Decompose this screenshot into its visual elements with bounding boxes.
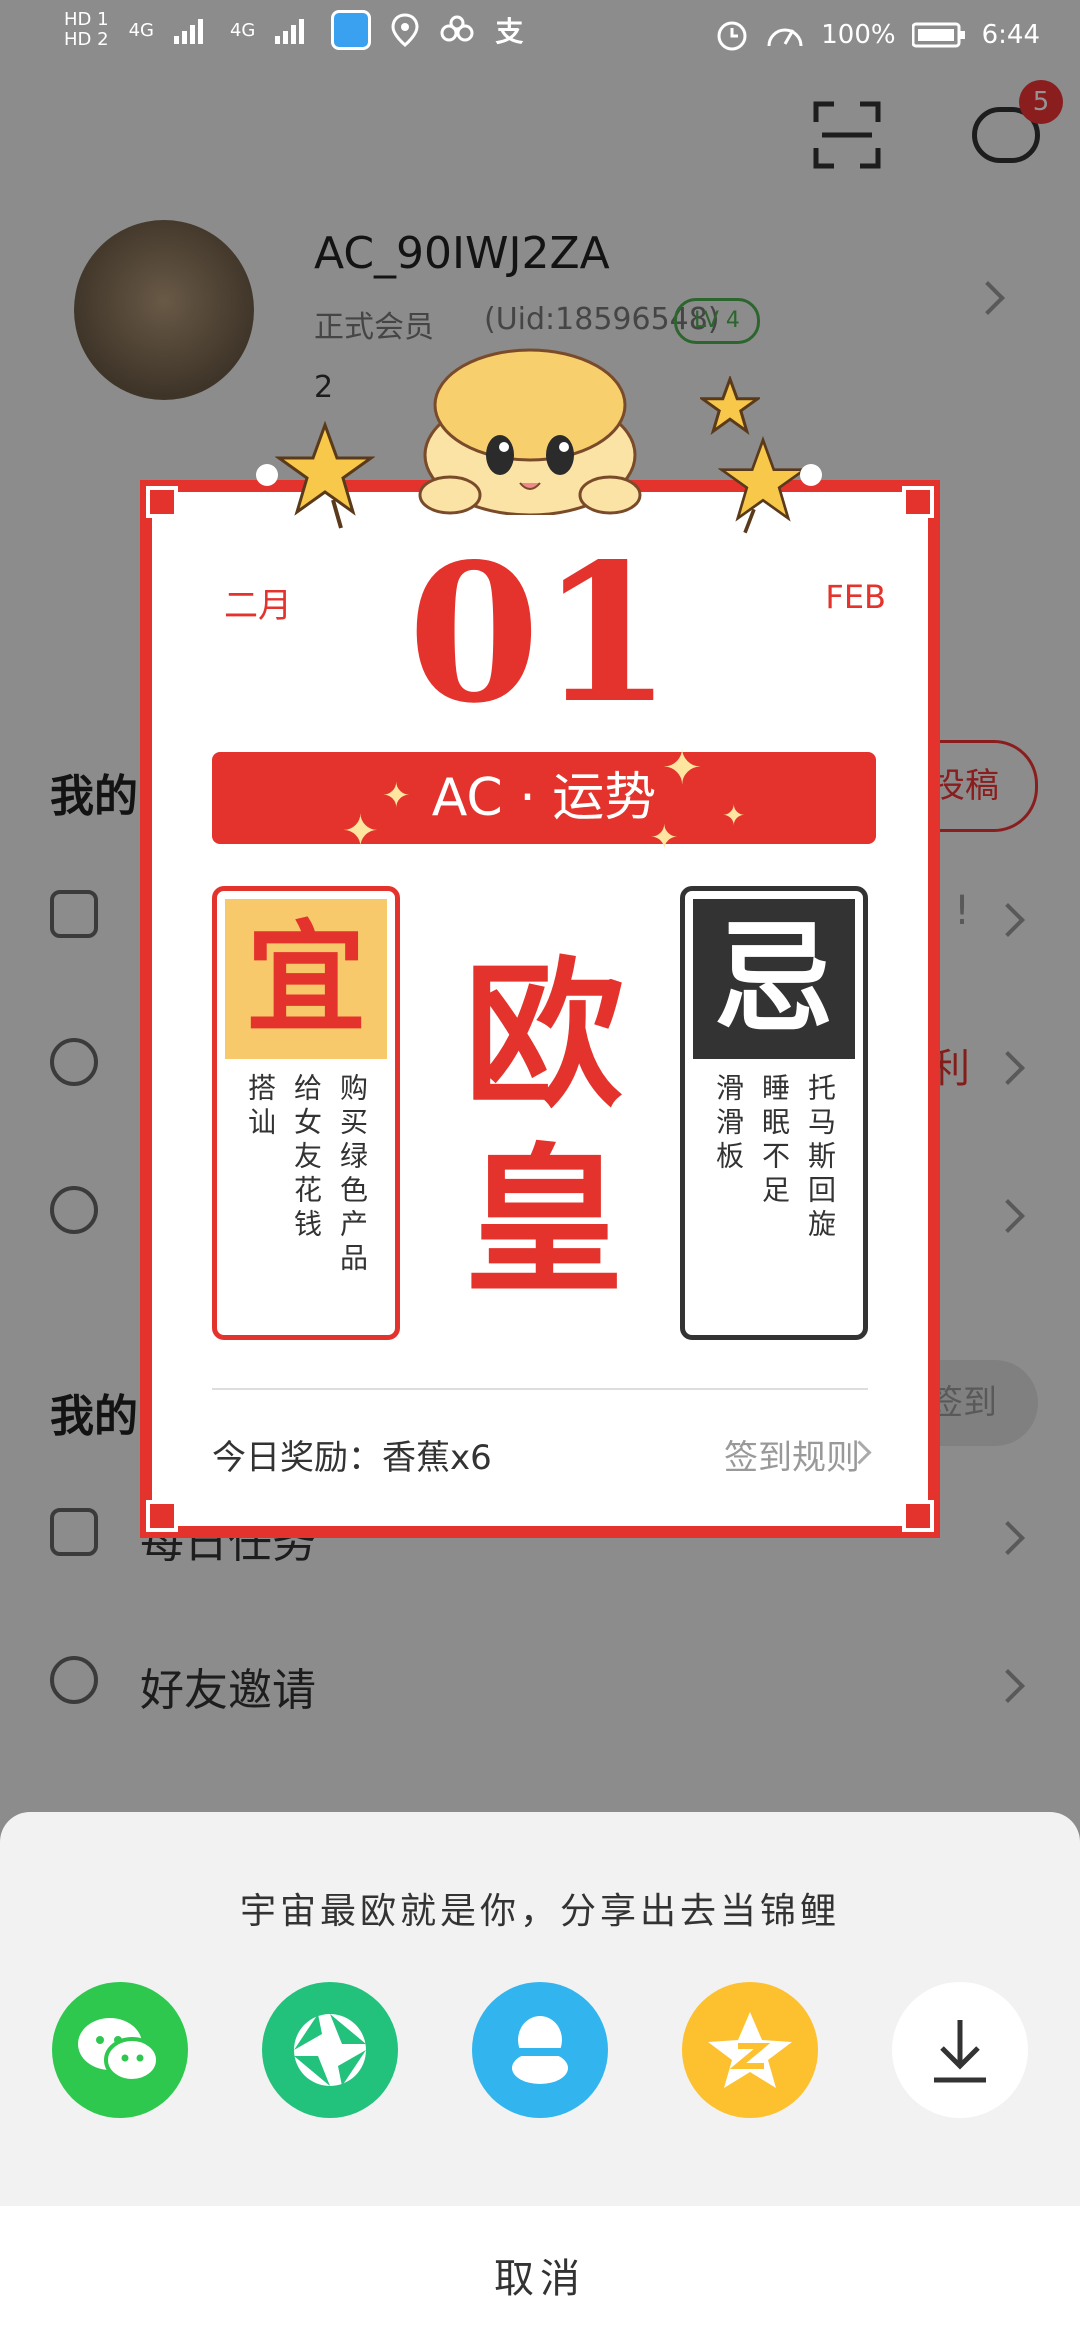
moments-icon [294,2014,366,2086]
suitable-box: 宜 购买绿色产品 给女友花钱 搭讪 [212,886,400,1340]
decor-dot [256,464,278,486]
app-notification-icon [331,10,372,50]
sparkle-icon: ✦ [342,806,379,857]
today-reward: 今日奖励：香蕉x6 [212,1438,492,1478]
suitable-items: 购买绿色产品 给女友花钱 搭讪 [217,1073,395,1277]
avoid-item: 睡眠不足 [758,1073,791,1209]
qq-icon [512,2016,568,2084]
day-number: 01 [407,522,673,745]
fortune-char: 皇 [463,1127,624,1315]
star-icon [718,436,808,534]
banner-text: AC · 运势 [431,768,657,828]
alarm-icon [717,21,747,51]
status-bar: HD 1 HD 2 4G 4G 支 100% 6:44 [0,0,1080,72]
share-options [52,1982,1028,2122]
status-right: 100% 6:44 [715,18,1040,52]
signal-icon [173,19,203,44]
fortune-banner: AC · 运势 ✦ ✦ ✦ ✦ ✦ [212,740,876,858]
avoid-box: 忌 托马斯回旋 睡眠不足 滑滑板 [680,886,868,1340]
alipay-icon: 支 [495,15,524,48]
mascot-illustration [380,345,680,517]
status-left: HD 1 HD 2 4G 4G 支 [64,10,523,50]
card-corner [902,486,934,518]
share-title: 宇宙最欧就是你，分享出去当锦鲤 [239,1891,840,1932]
cancel-button[interactable]: 取消 [0,2246,1080,2304]
share-sheet: 宇宙最欧就是你，分享出去当锦鲤 取消 [0,1812,1080,2340]
network-4g-2: 4G [229,19,256,41]
qzone-icon [708,2012,792,2088]
card-corner [902,1500,934,1532]
wechat-share-button[interactable] [52,1982,188,2118]
suitable-heading: 宜 [225,899,387,1059]
divider [212,1388,868,1390]
card-corner [146,486,178,518]
checkin-rules-link[interactable]: 签到规则 [724,1430,860,1479]
qzone-share-button[interactable] [682,1982,818,2118]
hd1-label: HD 1 [64,9,109,30]
network-4g-1: 4G [128,19,154,41]
battery-percent: 100% [821,20,896,50]
hd-indicators: HD 1 HD 2 [64,10,109,50]
download-icon [934,2020,986,2083]
suitable-item: 购买绿色产品 [336,1073,369,1277]
signal-icon [275,19,305,44]
download-button[interactable] [892,1982,1028,2118]
moments-share-button[interactable] [262,1982,398,2118]
qq-share-button[interactable] [472,1982,608,2118]
suitable-item: 搭讪 [244,1073,277,1141]
avoid-item: 托马斯回旋 [804,1073,837,1243]
fortune-result: 欧 皇 [452,942,636,1314]
sparkle-icon: ✦ [722,799,746,832]
suitable-item: 给女友花钱 [290,1073,323,1243]
location-icon [391,13,419,47]
fortune-char: 欧 [463,941,624,1129]
battery-icon [911,22,965,48]
wechat-icon [78,2018,160,2083]
sparkle-icon: ✦ [382,776,411,816]
hd2-label: HD 2 [64,29,109,50]
decor-dot [800,464,822,486]
card-corner [146,1500,178,1532]
speedometer-icon [767,28,803,47]
star-icon [275,420,375,529]
sparkle-icon: ✦ [650,818,679,858]
avoid-items: 托马斯回旋 睡眠不足 滑滑板 [685,1073,863,1243]
fortune-calendar-card: 二月 FEB 01 AC · 运势 ✦ ✦ ✦ ✦ ✦ 宜 购买绿色产品 给女友… [140,480,940,1538]
avoid-heading: 忌 [693,899,855,1059]
avoid-item: 滑滑板 [712,1073,745,1175]
infinity-icon [440,15,474,42]
star-icon [700,376,760,435]
clock-time: 6:44 [981,20,1040,50]
cancel-bar[interactable]: 取消 [0,2206,1080,2340]
